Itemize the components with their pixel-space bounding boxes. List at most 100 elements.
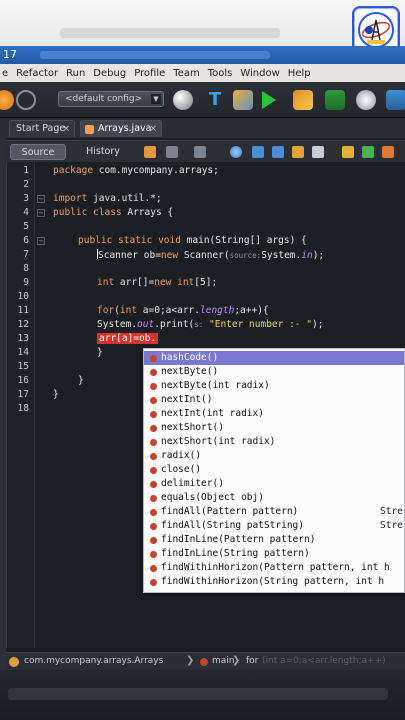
code-line-3: import java.util.*; [53,193,162,204]
completion-item[interactable]: nextInt(int radix) [144,407,404,421]
completion-item[interactable]: findAll(Pattern pattern) Stre [144,505,404,519]
undo-icon[interactable] [0,90,14,110]
completion-item[interactable]: nextInt() [144,393,404,407]
redo-icon[interactable] [16,90,36,110]
method-icon [150,565,157,572]
prev-occurrence-icon[interactable] [252,146,264,158]
menu-help[interactable]: Help [288,68,311,79]
code-line-17: } [53,389,59,400]
globe-icon[interactable] [173,90,193,110]
completion-item[interactable]: findWithinHorizon(Pattern pattern, int h [144,561,404,575]
toggle-highlight-icon[interactable] [292,146,304,158]
method-icon [200,658,208,666]
line-number: 11 [17,305,29,316]
completion-item[interactable]: findWithinHorizon(String pattern, int h [144,575,404,589]
source-button[interactable]: Source [10,144,66,160]
method-icon [150,355,157,362]
forward-icon[interactable] [194,146,206,158]
completion-item[interactable]: close() [144,463,404,477]
completion-label: delimiter() [161,478,224,489]
menu-run[interactable]: Run [66,68,85,79]
completion-item[interactable]: radix() [144,449,404,463]
completion-item[interactable]: findInLine(Pattern pattern) [144,533,404,547]
completion-label: nextInt(int radix) [161,408,264,419]
code-line-4: public class Arrays { [53,207,173,218]
completion-item[interactable]: nextShort(int radix) [144,435,404,449]
breadcrumb-separator-icon: ❯ [232,655,241,666]
tab-start-page[interactable]: Start Page × [9,120,75,137]
completion-item[interactable]: nextByte(int radix) [144,379,404,393]
breadcrumb-for[interactable]: for [246,656,258,666]
keyword: new [160,250,179,261]
window-title: 17 [3,48,17,61]
code-line-14: } [97,347,103,358]
line-number: 14 [17,347,29,358]
top-band [0,0,405,46]
method-icon [150,425,157,432]
menu-team[interactable]: Team [173,68,199,79]
breadcrumb-class[interactable]: com.mycompany.arrays.Arrays [24,656,163,666]
code-text: ); [312,250,325,261]
menu-refactor[interactable]: Refactor [16,68,58,79]
completion-item[interactable]: hashCode() [144,351,404,365]
completion-label: findAll(Pattern pattern) [161,506,299,517]
menu-debug[interactable]: Debug [93,68,126,79]
code-line-6: public static void main(String[] args) { [78,235,307,246]
close-icon[interactable]: × [62,121,70,137]
keyword: package [53,165,94,176]
blurred-header [60,28,280,38]
completion-label: findInLine(String pattern) [161,548,310,559]
completion-item[interactable]: nextByte() [144,365,404,379]
field-ref: in [301,250,313,261]
tab-arrays-java[interactable]: Arrays.java × [80,120,162,137]
more-icon[interactable] [386,90,405,110]
step-icon[interactable] [325,90,345,110]
profile-icon[interactable] [356,90,376,110]
line-number: 10 [17,291,29,302]
fold-toggle[interactable]: − [37,237,45,245]
back-icon[interactable] [166,146,178,158]
fold-toggle[interactable]: − [37,195,45,203]
line-number: 1 [23,165,29,176]
completion-item[interactable]: equals(Object obj) [144,491,404,505]
fold-toggle[interactable]: − [37,209,45,217]
completion-label: close() [161,464,202,475]
line-number: 9 [23,277,29,288]
completion-item[interactable]: nextShort() [144,421,404,435]
macro-icon[interactable] [382,146,394,158]
code-text: } [53,389,59,400]
close-icon[interactable]: × [149,121,157,137]
string-literal: "Enter number :- " [203,319,312,330]
clean-build-icon[interactable] [233,90,253,110]
code-text: Scanner( [178,250,230,261]
menu-tools[interactable]: Tools [208,68,233,79]
shift-left-icon[interactable] [342,146,354,158]
code-text: ;a++){ [234,305,269,316]
menu-edit[interactable]: e [2,68,8,79]
debug-icon[interactable] [293,90,313,110]
last-edit-icon[interactable] [144,146,156,158]
line-number: 4 [23,207,29,218]
code-completion-popup: hashCode() nextByte() nextByte(int radix… [143,348,405,593]
field-ref: out [137,319,155,330]
run-icon[interactable] [262,91,276,109]
completion-item[interactable]: findInLine(String pattern) [144,547,404,561]
config-dropdown[interactable]: <default config> ▼ [58,91,164,107]
completion-label: findInLine(Pattern pattern) [161,534,316,545]
shift-right-icon[interactable] [362,146,374,158]
completion-item[interactable]: delimiter() [144,477,404,491]
completion-label: findAll(String patString) [161,520,304,531]
toggle-bookmark-icon[interactable] [312,146,324,158]
code-text: System. [97,319,138,330]
return-type: Stre [380,520,403,531]
code-line-9: int arr[]=new int[5]; [97,277,217,288]
completion-item[interactable]: findAll(String patString) Stre [144,519,404,533]
build-hammer-icon[interactable]: T [205,90,225,110]
method-icon [150,523,157,530]
next-occurrence-icon[interactable] [272,146,284,158]
find-icon[interactable] [230,146,242,158]
menu-window[interactable]: Window [240,68,279,79]
menu-profile[interactable]: Profile [134,68,165,79]
history-button[interactable]: History [78,144,128,160]
breadcrumb-bar: com.mycompany.arrays.Arrays ❯ main ❯ for… [6,652,405,670]
